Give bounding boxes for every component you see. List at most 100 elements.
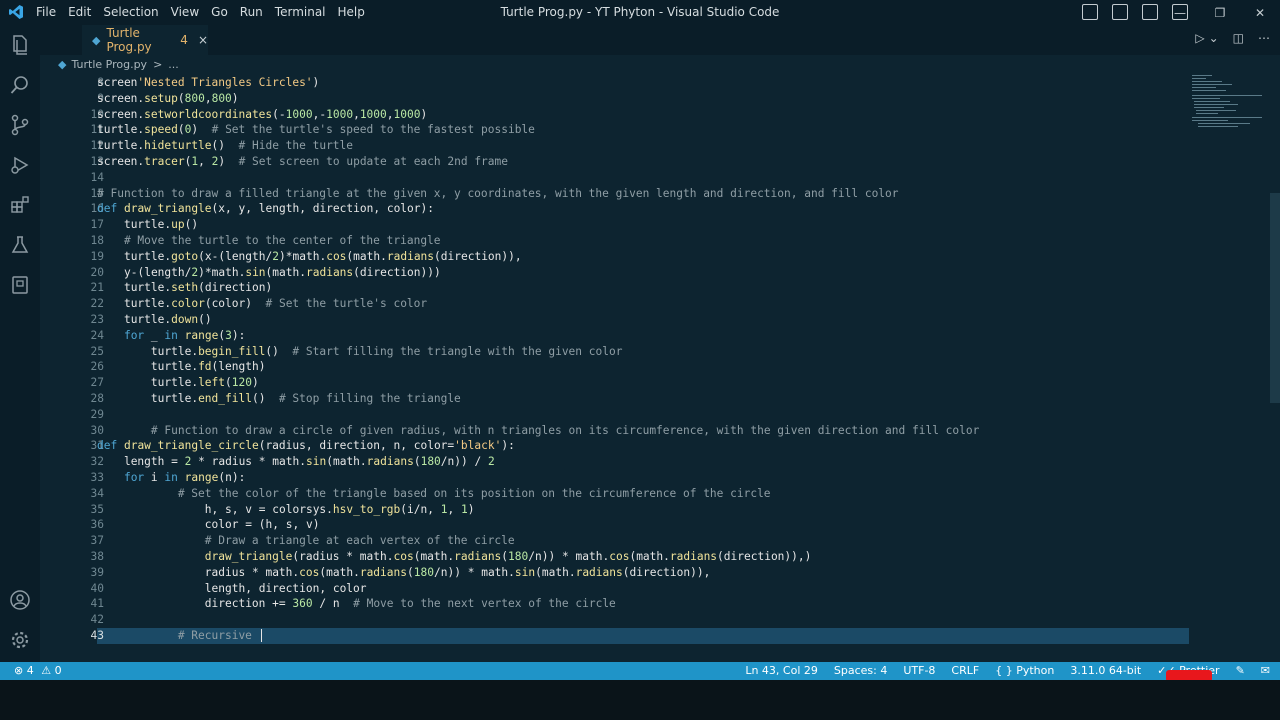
line-number: 42 [90,613,104,627]
code-line[interactable]: 40 length, direction, color [40,581,1220,597]
menu-view[interactable]: View [171,5,199,19]
code-line[interactable]: 20 y-(length/2)*math.sin(math.radians(di… [40,265,1220,281]
cursor-position[interactable]: Ln 43, Col 29 [745,664,818,677]
indentation[interactable]: Spaces: 4 [834,664,887,677]
code-line[interactable]: 29 [40,407,1220,423]
line-code: screen'Nested Triangles Circles') [97,76,320,89]
search-icon[interactable] [8,73,32,97]
run-dropdown-icon[interactable]: ⌄ [1209,31,1219,45]
end-of-line[interactable]: CRLF [951,664,979,677]
more-actions-icon[interactable]: ⋯ [1258,31,1270,45]
line-number: 31 [90,439,104,453]
code-line[interactable]: 22 turtle.color(color) # Set the turtle'… [40,296,1220,312]
breadcrumb-file[interactable]: Turtle Prog.py [71,58,147,71]
code-line[interactable]: 30 # Function to draw a circle of given … [40,423,1220,439]
code-line[interactable]: 19 turtle.goto(x-(length/2)*math.cos(mat… [40,249,1220,265]
line-code: y-(length/2)*math.sin(math.radians(direc… [123,265,441,279]
code-line[interactable]: 34 # Set the color of the triangle based… [40,486,1220,502]
toggle-secondary-sidebar-icon[interactable] [1142,4,1158,20]
tab-problem-count: 4 [180,33,188,47]
minimize-icon[interactable]: — [1160,0,1200,25]
toggle-panel-icon[interactable] [1112,4,1128,20]
account-icon[interactable] [8,588,32,612]
code-line[interactable]: 18 # Move the turtle to the center of th… [40,233,1220,249]
code-line[interactable]: 38 draw_triangle(radius * math.cos(math.… [40,549,1220,565]
menu-run[interactable]: Run [240,5,263,19]
breadcrumb-symbol[interactable]: ... [168,58,179,71]
feedback-icon[interactable]: ✎ [1236,664,1245,677]
tab-turtle-prog[interactable]: ◆ Turtle Prog.py 4 × [82,25,208,55]
split-editor-icon[interactable]: ◫ [1233,31,1244,45]
python-interpreter[interactable]: 3.11.0 64-bit [1070,664,1141,677]
code-line[interactable]: 35 h, s, v = colorsys.hsv_to_rgb(i/n, 1,… [40,502,1220,518]
line-number: 12 [90,139,104,153]
language-mode[interactable]: { } Python [995,664,1054,677]
code-line[interactable]: 17 turtle.up() [40,217,1220,233]
extensions-icon[interactable] [8,193,32,217]
code-line[interactable]: 23 turtle.down() [40,312,1220,328]
code-line[interactable]: 21 turtle.seth(direction) [40,280,1220,296]
menu-selection[interactable]: Selection [103,5,158,19]
code-line[interactable]: 36 color = (h, s, v) [40,517,1220,533]
code-line[interactable]: 10 screen.setworldcoordinates(-1000,-1000… [40,107,1220,123]
line-number: 15 [90,186,104,200]
testing-icon[interactable] [8,233,32,257]
code-line[interactable]: 26 turtle.fd(length) [40,359,1220,375]
line-code: # Recursive [97,628,262,644]
line-code: turtle.goto(x-(length/2)*math.cos(math.r… [123,249,522,263]
problems-indicator[interactable]: ⊗ 4 ⚠ 0 [14,664,62,677]
menu-go[interactable]: Go [211,5,228,19]
menu-edit[interactable]: Edit [68,5,91,19]
line-number: 8 [97,76,104,89]
line-code: def draw_triangle(x, y, length, directio… [97,202,435,216]
code-line[interactable]: 13 screen.tracer(1, 2) # Set screen to up… [40,154,1220,170]
line-code: # Function to draw a circle of given rad… [150,423,980,437]
line-number: 13 [90,154,104,168]
code-line[interactable]: 27 turtle.left(120) [40,375,1220,391]
code-line[interactable]: 28 turtle.end_fill() # Stop filling the … [40,391,1220,407]
code-line[interactable]: 33 for i in range(n): [40,470,1220,486]
close-tab-icon[interactable]: × [198,33,208,47]
code-line[interactable]: 37 # Draw a triangle at each vertex of t… [40,533,1220,549]
line-number: 24 [90,328,104,342]
menu-help[interactable]: Help [338,5,365,19]
vertical-scrollbar[interactable] [1270,193,1280,403]
code-line[interactable]: 42 [40,612,1220,628]
line-number: 21 [90,281,104,295]
menu-terminal[interactable]: Terminal [275,5,326,19]
explorer-icon[interactable] [8,33,32,57]
restore-icon[interactable]: ❐ [1200,0,1240,25]
code-line[interactable]: 9 screen.setup(800,800) [40,91,1220,107]
code-line[interactable]: 41 direction += 360 / n # Move to the ne… [40,596,1220,612]
code-line[interactable]: 15 # Function to draw a filled triangle a… [40,186,1220,202]
code-line[interactable]: 24 for _ in range(3): [40,328,1220,344]
line-number: 25 [90,344,104,358]
menu-file[interactable]: File [36,5,56,19]
run-debug-icon[interactable] [8,153,32,177]
code-line[interactable]: 14 [40,170,1220,186]
encoding[interactable]: UTF-8 [903,664,935,677]
code-line[interactable]: 39 radius * math.cos(math.radians(180/n)… [40,565,1220,581]
notifications-bell-icon[interactable]: ✉ [1261,664,1270,677]
minimap[interactable] [1190,73,1270,133]
code-line[interactable]: 11 turtle.speed(0) # Set the turtle's spe… [40,122,1220,138]
code-lines: 8 screen'Nested Triangles Circles') 9 scree… [40,75,1220,644]
line-code: draw_triangle(radius * math.cos(math.rad… [204,549,812,563]
code-line[interactable]: 8 screen'Nested Triangles Circles') [40,75,1220,91]
code-line[interactable]: 32 length = 2 * radius * math.sin(math.r… [40,454,1220,470]
code-editor[interactable]: 8 screen'Nested Triangles Circles') 9 scree… [40,73,1280,662]
line-number: 17 [90,218,104,232]
code-line[interactable]: 25 turtle.begin_fill() # Start filling t… [40,344,1220,360]
line-code: # Function to draw a filled triangle at … [97,186,899,200]
remote-explorer-icon[interactable] [8,273,32,297]
vscode-window: File Edit Selection View Go Run Terminal Help T… [0,0,1280,720]
settings-gear-icon[interactable] [8,628,32,652]
code-line[interactable]: 43 # Recursive [40,627,1220,644]
code-line[interactable]: 31 def draw_triangle_circle(radius, direc… [40,438,1220,454]
source-control-icon[interactable] [8,113,32,137]
code-line[interactable]: 12 turtle.hideturtle() # Hide the turtle [40,138,1220,154]
close-window-icon[interactable]: ✕ [1240,0,1280,25]
code-line[interactable]: 16 def draw_triangle(x, y, length, direct… [40,201,1220,217]
toggle-primary-sidebar-icon[interactable] [1082,4,1098,20]
run-file-icon[interactable]: ▷ [1195,31,1204,45]
